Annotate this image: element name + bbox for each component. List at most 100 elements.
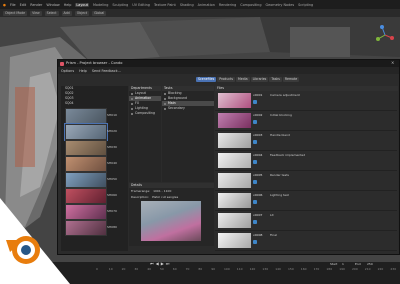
table-row[interactable]: v0005 Render tests	[215, 171, 397, 191]
window-menu-bar: Options Help Send Feedback...	[58, 67, 399, 74]
tab-shading[interactable]: Shading	[180, 3, 194, 7]
menu-file[interactable]: File	[10, 3, 16, 7]
timeline-tick-label: 0	[96, 267, 98, 271]
list-item[interactable]: SQ04	[61, 101, 128, 106]
navigation-gizmo[interactable]	[374, 24, 396, 46]
start-frame-field[interactable]: 1	[342, 262, 344, 266]
tab-compositing[interactable]: Compositing	[240, 3, 261, 7]
shot-thumbnail[interactable]	[65, 204, 107, 220]
shot-thumbnail[interactable]	[65, 188, 107, 204]
table-row[interactable]: v0006 Lighting test	[215, 191, 397, 211]
tab-scripting[interactable]: Scripting	[298, 3, 313, 7]
shot-label: SH080	[107, 225, 117, 229]
top-menu-bar: ● File Edit Render Window Help Layout Mo…	[0, 0, 400, 9]
play-reverse-icon[interactable]: ◀	[156, 261, 159, 266]
table-row[interactable]: v0004 Feedback implemented	[215, 151, 397, 171]
blender-file-icon	[253, 140, 257, 144]
menu-options[interactable]: Options	[61, 69, 74, 73]
blender-file-icon	[253, 200, 257, 204]
tab-uv-editing[interactable]: UV Editing	[132, 3, 150, 7]
tab-sculpting[interactable]: Sculpting	[112, 3, 128, 7]
version-thumbnail	[218, 113, 251, 128]
version-thumbnail	[218, 213, 251, 228]
shot-thumbnail[interactable]	[64, 123, 108, 141]
tab-scenefiles[interactable]: Scenefiles	[196, 77, 217, 82]
shot-thumbnail[interactable]	[65, 172, 107, 188]
tab-media[interactable]: Media	[236, 77, 250, 82]
table-row[interactable]: v0008 Final	[215, 231, 397, 251]
window-title: Prism - Project browser - Condo	[58, 60, 399, 67]
jump-start-icon[interactable]: ⏮	[150, 261, 154, 266]
prism-app-icon	[60, 61, 64, 66]
tab-animation[interactable]: Animation	[198, 3, 215, 7]
add-menu[interactable]: Add	[61, 10, 72, 16]
version-label: v0002	[253, 113, 263, 117]
timeline-tick-label: 30	[134, 267, 139, 271]
blender-file-icon	[253, 220, 257, 224]
shot-thumbnail[interactable]	[65, 156, 107, 172]
timeline-tick-label: 180	[326, 267, 333, 271]
menu-help[interactable]: Help	[79, 69, 87, 73]
blender-file-icon	[253, 180, 257, 184]
viewport-header: Object Mode View Select Add Object Globa…	[0, 9, 400, 17]
version-description: Initial blocking	[270, 113, 292, 117]
table-row[interactable]: v0007 Lit	[215, 211, 397, 231]
files-panel: Files v0001 Camera adjustment v0002 Init…	[215, 86, 398, 251]
tab-texture-paint[interactable]: Texture Paint	[154, 3, 176, 7]
tab-layout[interactable]: Layout	[75, 2, 89, 7]
browser-tabs: Scenefiles Products Media Libraries Task…	[196, 77, 300, 82]
select-menu[interactable]: Select	[44, 10, 59, 16]
shot-thumbnail[interactable]	[65, 220, 107, 236]
blender-menu-icon[interactable]: ●	[3, 3, 6, 7]
detail-label: Framerange:	[131, 189, 151, 193]
mode-dropdown[interactable]: Object Mode	[3, 10, 28, 16]
menu-render[interactable]: Render	[30, 3, 42, 7]
close-icon[interactable]: ×	[391, 60, 394, 65]
blender-file-icon	[253, 240, 257, 244]
tab-rendering[interactable]: Rendering	[219, 3, 236, 7]
transform-orientation-dropdown[interactable]: Global	[92, 10, 107, 16]
timeline-tick-label: 10	[108, 267, 113, 271]
object-menu[interactable]: Object	[74, 10, 90, 16]
shot-label: SH040	[107, 161, 117, 165]
version-description: Lighting test	[270, 193, 289, 197]
tab-modeling[interactable]: Modeling	[93, 3, 108, 7]
table-row[interactable]: v0001 Camera adjustment	[215, 91, 397, 111]
timeline-tick-label: 100	[224, 267, 230, 271]
jump-end-icon[interactable]: ⏭	[166, 261, 170, 266]
timeline-tick-label: 90	[211, 267, 216, 271]
timeline-tick-label: 200	[352, 267, 358, 271]
end-frame-field[interactable]: 250	[367, 262, 373, 266]
blender-logo	[0, 198, 70, 284]
shot-list-panel: SQ01 SQ02 SQ03 SQ04 SH010 SH020 SH030 SH…	[61, 86, 128, 251]
menu-window[interactable]: Window	[46, 3, 59, 7]
shot-label: SH020	[107, 129, 117, 133]
timeline-tick-label: 170	[313, 267, 320, 271]
tab-remote[interactable]: Remote	[282, 77, 300, 82]
version-description: Render tests	[270, 173, 289, 177]
timeline-tick-label: 20	[121, 267, 126, 271]
view-menu[interactable]: View	[30, 10, 42, 16]
menu-help[interactable]: Help	[64, 3, 72, 7]
timeline-tick-label: 190	[339, 267, 345, 271]
shot-thumbnail[interactable]	[65, 108, 107, 124]
timeline-tick-label: 150	[288, 267, 294, 271]
tab-geometry-nodes[interactable]: Geometry Nodes	[266, 3, 295, 7]
version-thumbnail	[218, 133, 251, 148]
timeline-tick-label: 120	[249, 267, 256, 271]
menu-send-feedback[interactable]: Send Feedback...	[92, 69, 121, 73]
table-row[interactable]: v0002 Initial blocking	[215, 111, 397, 131]
menu-edit[interactable]: Edit	[20, 3, 27, 7]
shot-thumbnail[interactable]	[65, 140, 107, 156]
task-item[interactable]: Secondary	[162, 106, 214, 111]
tab-libraries[interactable]: Libraries	[250, 77, 269, 82]
detail-value: 1001 - 1100	[153, 189, 172, 193]
tab-products[interactable]: Products	[217, 77, 235, 82]
blender-file-icon	[253, 120, 257, 124]
tab-tasks[interactable]: Tasks	[269, 77, 282, 82]
version-label: v0001	[253, 93, 263, 97]
table-row[interactable]: v0003 Handle blend	[215, 131, 397, 151]
play-icon[interactable]: ▶	[161, 261, 164, 266]
department-item[interactable]: Compositing	[129, 111, 161, 116]
tasks-panel: Tasks Blocking Background Main Secondary	[162, 86, 214, 182]
